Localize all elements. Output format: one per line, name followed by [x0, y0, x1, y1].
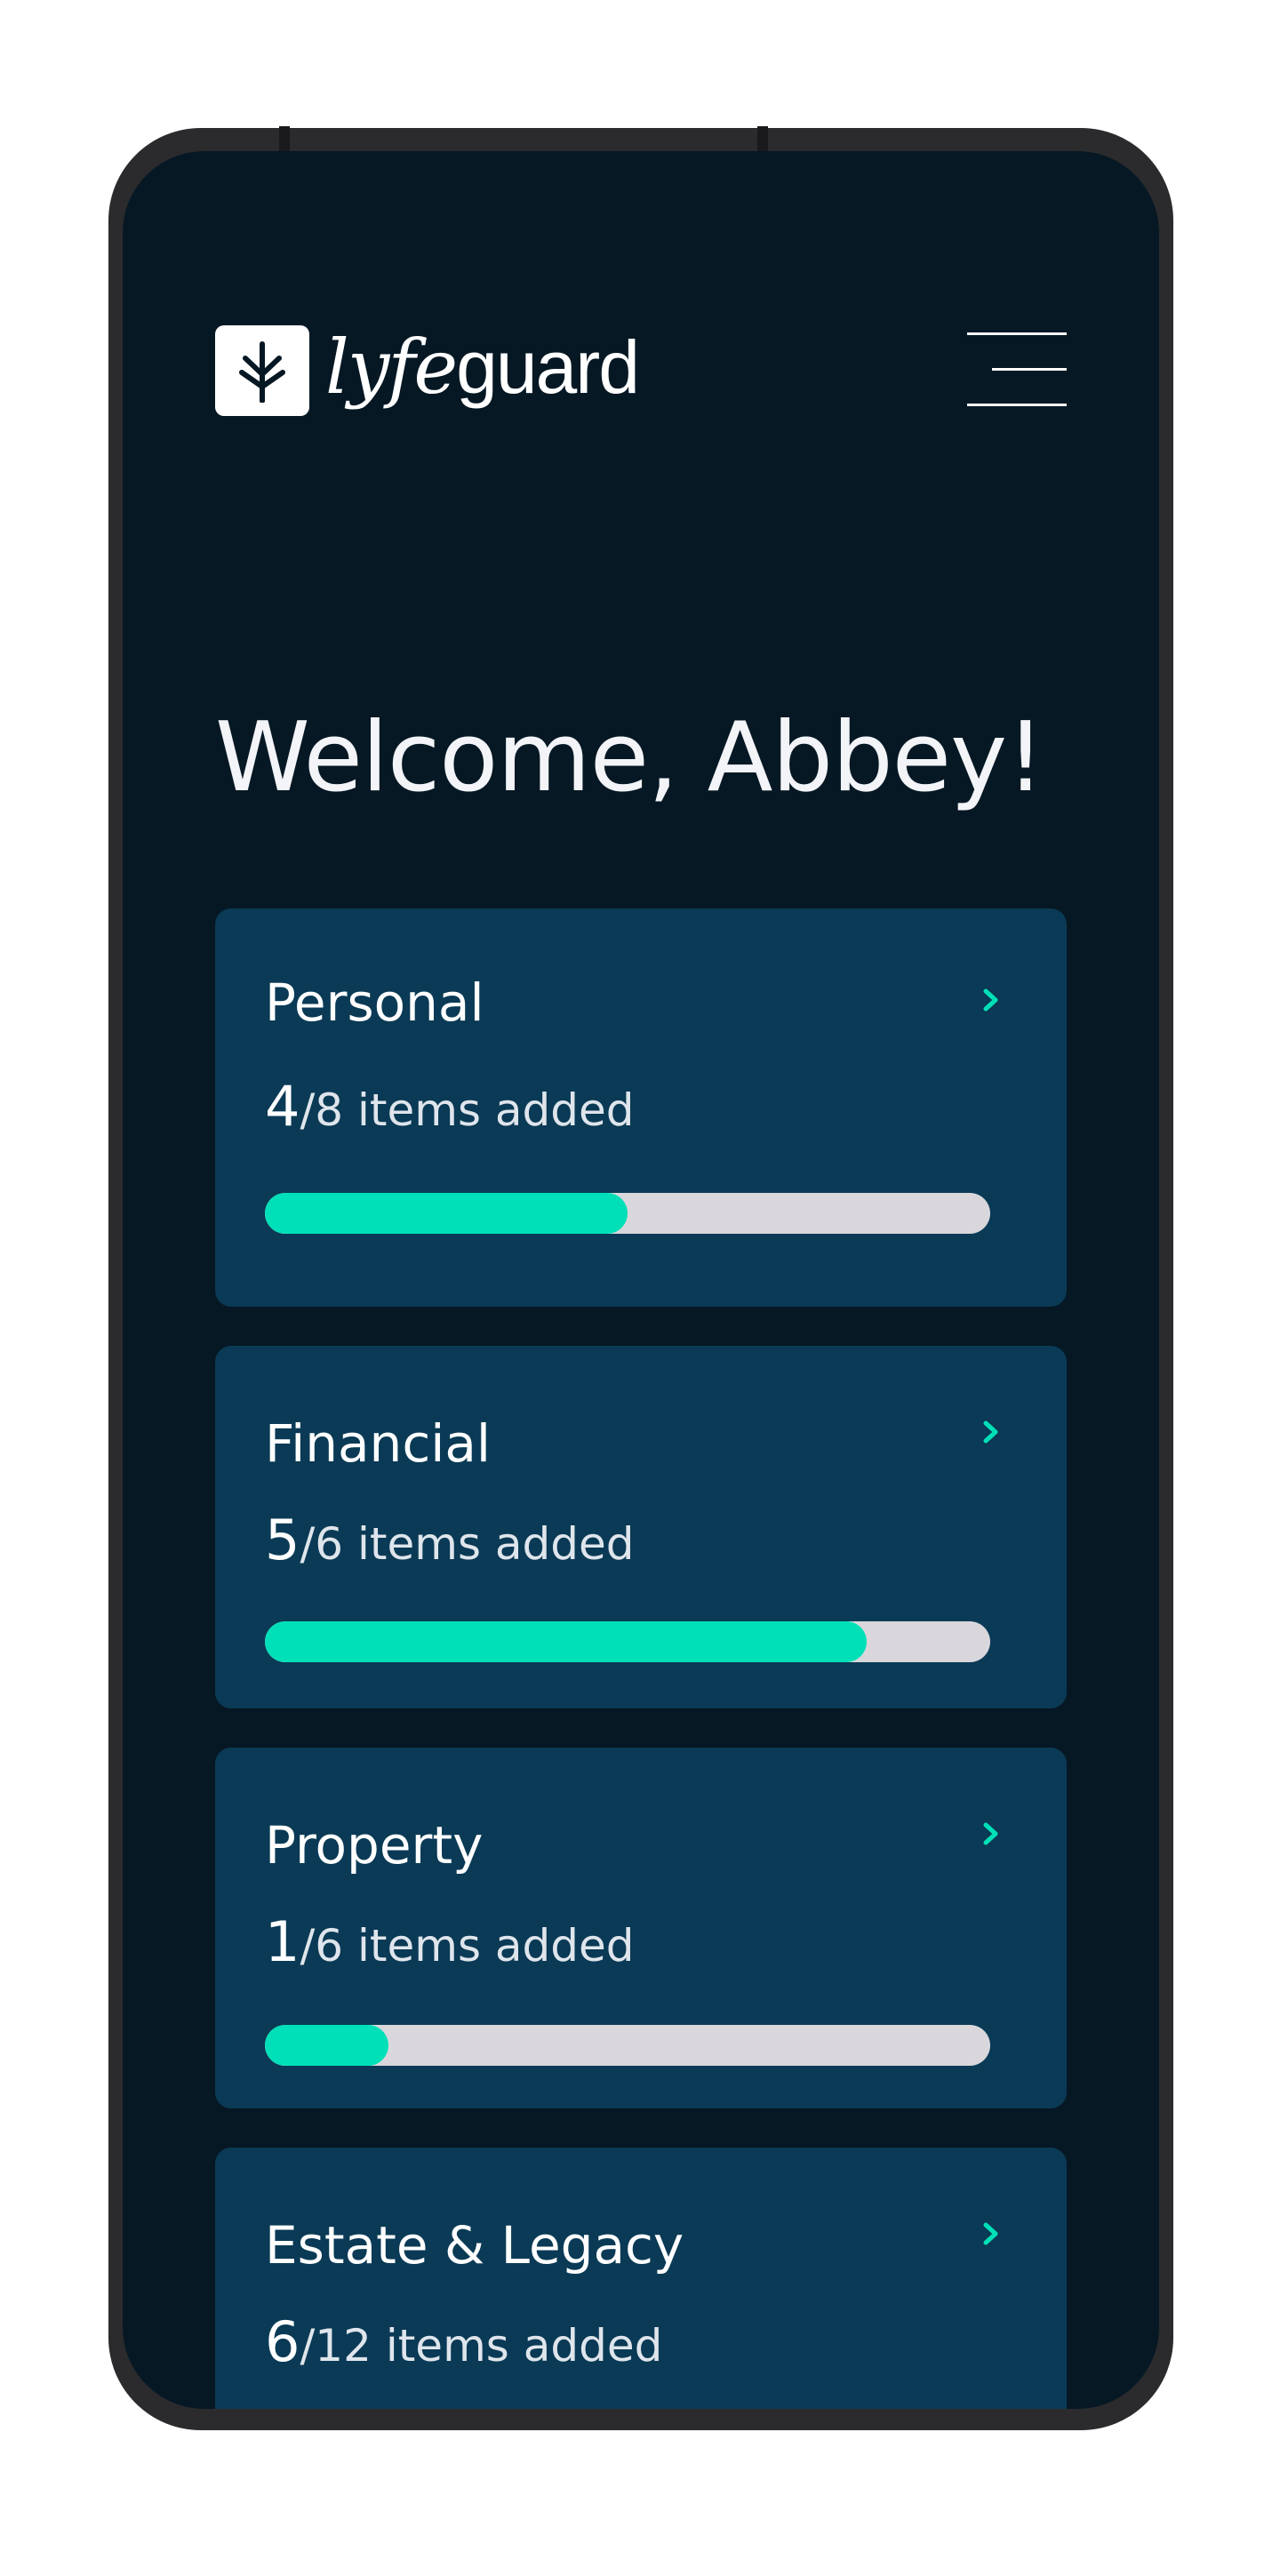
- category-title: Personal: [265, 972, 484, 1033]
- items-added-count: 6: [265, 2309, 300, 2374]
- brand-logo-text: lyfeguard: [325, 318, 640, 416]
- tree-icon: [215, 325, 309, 416]
- category-card-personal[interactable]: Personal 4/8 items added: [215, 908, 1067, 1307]
- category-title: Property: [265, 1815, 484, 1876]
- chevron-right-icon: [983, 1822, 998, 1845]
- phone-side-button: [279, 126, 290, 151]
- category-item-count: 4/8 items added: [265, 1074, 635, 1139]
- category-item-count: 1/6 items added: [265, 1909, 635, 1974]
- chevron-right-icon: [983, 1420, 998, 1444]
- category-card-estate-legacy[interactable]: Estate & Legacy 6/12 items added: [215, 2148, 1067, 2409]
- items-added-count: 4: [265, 1074, 300, 1139]
- phone-side-button: [757, 126, 768, 151]
- items-total-label: /12 items added: [300, 2320, 663, 2372]
- phone-frame: lyfeguard Welcome, Abbey! Personal 4/8 i…: [108, 126, 1173, 2430]
- progress-fill: [265, 2025, 388, 2066]
- category-card-financial[interactable]: Financial 5/6 items added: [215, 1346, 1067, 1708]
- chevron-right-icon: [983, 2222, 998, 2245]
- brand-name-script: lyfe: [325, 324, 458, 411]
- items-total-label: /6 items added: [300, 1518, 635, 1570]
- category-title: Financial: [265, 1413, 491, 1474]
- app-screen: lyfeguard Welcome, Abbey! Personal 4/8 i…: [123, 151, 1159, 2409]
- progress-fill: [265, 1193, 628, 1234]
- brand-name-plain: guard: [456, 325, 640, 409]
- category-item-count: 5/6 items added: [265, 1508, 635, 1572]
- progress-bar: [265, 1621, 990, 1662]
- items-added-count: 5: [265, 1508, 300, 1572]
- items-total-label: /6 items added: [300, 1920, 635, 1972]
- items-added-count: 1: [265, 1909, 300, 1974]
- progress-fill: [265, 1621, 868, 1662]
- chevron-right-icon: [983, 988, 998, 1012]
- hamburger-menu-icon[interactable]: [967, 332, 1067, 409]
- page-title: Welcome, Abbey!: [215, 702, 1044, 813]
- category-item-count: 6/12 items added: [265, 2309, 662, 2374]
- progress-bar: [265, 1193, 990, 1234]
- progress-bar: [265, 2025, 990, 2066]
- category-title: Estate & Legacy: [265, 2215, 684, 2276]
- category-card-property[interactable]: Property 1/6 items added: [215, 1748, 1067, 2108]
- app-header: lyfeguard: [215, 324, 1067, 423]
- items-total-label: /8 items added: [300, 1084, 635, 1136]
